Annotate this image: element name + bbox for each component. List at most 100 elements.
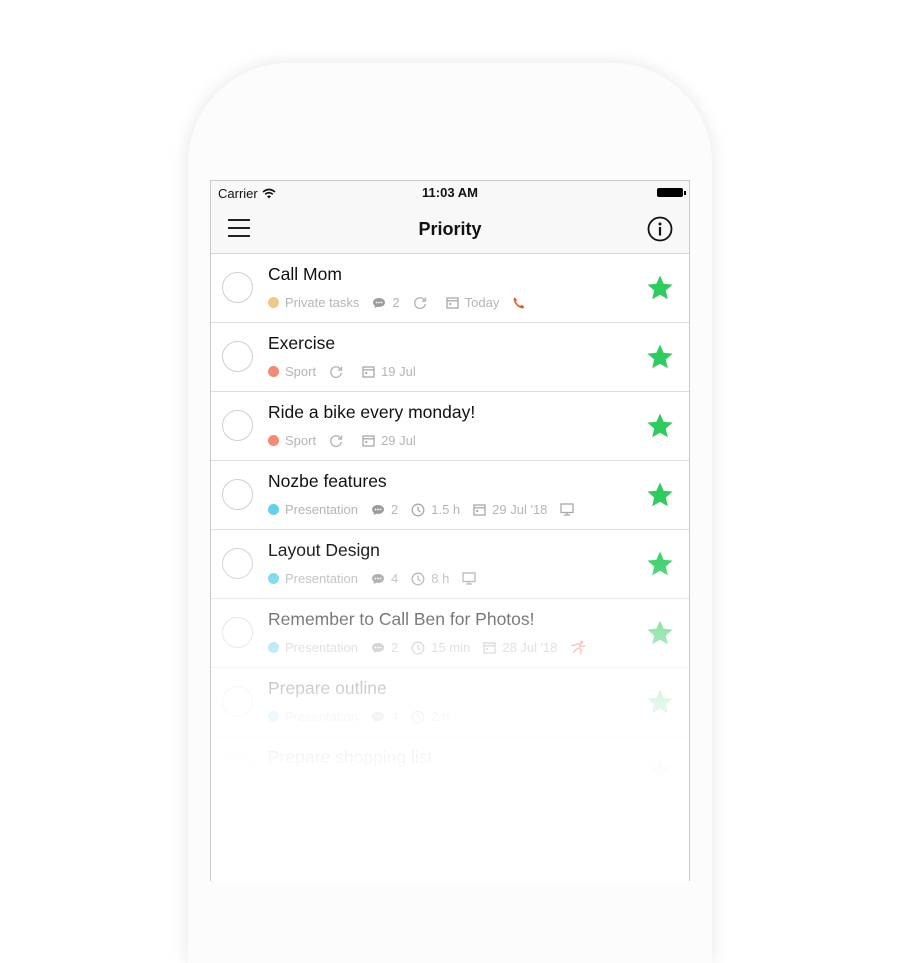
repeat-icon: [329, 365, 349, 379]
app-screen: Carrier 11:03 AM Priority Call Mom Privat…: [210, 180, 690, 881]
task-meta: Private tasks 2 Today: [268, 295, 545, 310]
repeat-icon: [413, 296, 433, 310]
meta-value: 4: [391, 709, 399, 724]
task-row[interactable]: Nozbe features Presentation 2 1.5 h 29 Jul '…: [211, 461, 689, 530]
star-icon[interactable]: [645, 687, 675, 717]
info-icon[interactable]: [647, 216, 673, 242]
star-icon[interactable]: [645, 825, 675, 855]
task-meta-comment: 3: [356, 778, 383, 793]
star-icon[interactable]: [645, 411, 675, 441]
meta-value: 2 h: [431, 709, 450, 724]
meta-value: 2: [391, 640, 399, 655]
task-meta: Presentation 2 1.5 h 29 Jul '18: [268, 502, 593, 517]
meta-value: 15 min: [431, 640, 471, 655]
task-meta: Presentation 2 15 min 28 Jul '18: [268, 640, 605, 655]
task-title: Exercise: [268, 333, 336, 353]
clock-icon: [411, 572, 431, 586]
star-icon[interactable]: [645, 342, 675, 372]
task-meta-comment: 4: [371, 571, 398, 586]
calendar-icon: [483, 641, 502, 654]
task-title: Prepare outline: [268, 678, 387, 698]
star-icon[interactable]: [645, 756, 675, 786]
project-label: Presentation: [285, 640, 358, 655]
task-title: Ride a bike every monday!: [268, 402, 476, 422]
project-color-dot: [268, 435, 279, 446]
task-complete-checkbox[interactable]: [222, 272, 253, 303]
task-meta: [268, 847, 298, 858]
task-complete-checkbox[interactable]: [222, 479, 253, 510]
task-project: Presentation: [268, 502, 358, 517]
task-row[interactable]: Call nanny re: Friday: [211, 806, 689, 875]
task-meta-clock: 2 h: [411, 709, 449, 724]
project-color-dot: [268, 711, 279, 722]
task-project: Private tasks: [268, 295, 359, 310]
task-meta-clock: 1.5 h: [411, 502, 460, 517]
task-complete-checkbox[interactable]: [222, 341, 253, 372]
task-meta: Presentation 4 2 h: [268, 709, 462, 724]
task-project: Trip to NY: [268, 778, 343, 793]
task-meta-phone: [512, 296, 532, 310]
project-color-dot: [268, 847, 279, 858]
task-meta: Sport 19 Jul: [268, 364, 429, 379]
task-title: Nozbe features: [268, 471, 387, 491]
task-project: Presentation: [268, 640, 358, 655]
project-color-dot: [268, 504, 279, 515]
repeat-icon: [329, 434, 349, 448]
task-complete-checkbox[interactable]: [222, 686, 253, 717]
task-meta-repeat: [329, 365, 349, 379]
project-label: Trip to NY: [285, 778, 344, 793]
calendar-icon: [446, 296, 465, 309]
task-title: Call nanny re: Friday: [268, 816, 430, 836]
task-project: Presentation: [268, 571, 358, 586]
project-label: Presentation: [285, 709, 358, 724]
task-row[interactable]: Layout Design Presentation 4 8 h: [211, 530, 689, 599]
running-icon: [570, 640, 592, 655]
task-meta: Sport 29 Jul: [268, 433, 429, 448]
battery-icon: [657, 188, 686, 197]
task-complete-checkbox[interactable]: [222, 755, 253, 786]
task-row[interactable]: Prepare outline Presentation 4 2 h: [211, 668, 689, 737]
task-complete-checkbox[interactable]: [222, 548, 253, 579]
nav-bar: Priority: [211, 205, 689, 254]
meta-value: 1.5 h: [431, 502, 461, 517]
star-icon[interactable]: [645, 618, 675, 648]
meta-value: 8 h: [431, 571, 450, 586]
task-meta-computer: [560, 503, 580, 516]
task-meta-calendar: Today: [446, 295, 499, 310]
project-color-dot: [268, 780, 279, 791]
page-title: Priority: [418, 219, 482, 239]
task-title: Layout Design: [268, 540, 380, 560]
task-complete-checkbox[interactable]: [222, 410, 253, 441]
task-complete-checkbox[interactable]: [222, 824, 253, 855]
task-meta-comment: 2: [371, 502, 398, 517]
task-row[interactable]: Exercise Sport 19 Jul: [211, 323, 689, 392]
comment-icon: [371, 642, 391, 654]
comment-icon: [356, 780, 376, 792]
star-icon[interactable]: [645, 480, 675, 510]
task-project: [268, 847, 285, 858]
task-meta-comment: 2: [372, 295, 400, 310]
clock-icon: [411, 503, 431, 517]
project-color-dot: [268, 642, 279, 653]
status-bar: Carrier 11:03 AM: [211, 181, 689, 205]
task-meta-computer: [462, 572, 482, 585]
star-icon[interactable]: [645, 273, 675, 303]
task-row[interactable]: Call Mom Private tasks 2 Today: [211, 254, 689, 323]
task-meta-calendar: 29 Jul: [362, 433, 416, 448]
task-project: Sport: [268, 433, 316, 448]
task-meta-comment: 4: [371, 709, 398, 724]
project-label: Presentation: [285, 571, 358, 586]
comment-icon: [371, 711, 391, 723]
task-project: Sport: [268, 364, 316, 379]
star-icon[interactable]: [645, 549, 675, 579]
task-meta-clock: 8 h: [411, 571, 449, 586]
task-row[interactable]: Ride a bike every monday! Sport 29 Jul: [211, 392, 689, 461]
task-row[interactable]: Remember to Call Ben for Photos! Presenta…: [211, 599, 689, 668]
task-row[interactable]: Prepare shopping list Trip to NY 3: [211, 737, 689, 806]
meta-value: 4: [391, 571, 399, 586]
phone-icon: [512, 296, 532, 310]
project-color-dot: [268, 366, 279, 377]
meta-value: 28 Jul '18: [502, 640, 558, 655]
task-complete-checkbox[interactable]: [222, 617, 253, 648]
calendar-icon: [473, 503, 492, 516]
